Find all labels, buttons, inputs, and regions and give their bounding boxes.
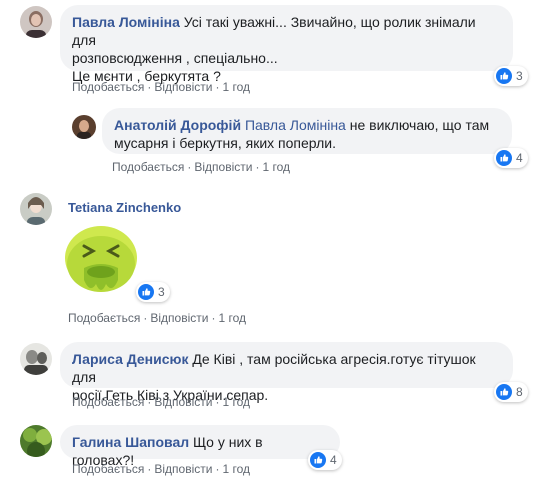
like-link[interactable]: Подобається [68,311,140,325]
timestamp[interactable]: 1 год [222,80,250,94]
reaction-count[interactable]: 4 [308,450,342,470]
comment-author[interactable]: Галина Шаповал [72,434,189,450]
like-link[interactable]: Подобається [72,462,144,476]
reply-link[interactable]: Відповісти [150,311,208,325]
comment-line: мусарня і беркутня, яких поперли. [114,135,336,151]
reply-link[interactable]: Відповісти [194,160,252,174]
reaction-count-value: 8 [516,385,523,399]
comment-text: Павла Ломініна Усі такі уважні... Звичай… [72,13,501,85]
timestamp[interactable]: 1 год [262,160,290,174]
reaction-count-value: 4 [516,151,523,165]
comment-line: розповсюдження , спеціально... [72,50,278,66]
like-link[interactable]: Подобається [72,395,144,409]
like-link[interactable]: Подобається [112,160,184,174]
reply-link[interactable]: Відповісти [154,462,212,476]
reply-bubble: Анатолій Дорофій Павла Ломініна не виклю… [102,108,512,154]
comment-actions: Подобається · Відповісти · 1 год [112,160,290,174]
avatar[interactable] [20,425,52,457]
comment-actions: Подобається · Відповісти · 1 год [68,311,246,325]
mention-link[interactable]: Павла Ломініна [245,117,346,133]
comment-author[interactable]: Павла Ломініна [72,14,180,30]
avatar[interactable] [72,115,96,139]
reaction-count[interactable]: 8 [494,382,528,402]
reaction-count-value: 3 [158,285,165,299]
comment-author[interactable]: Лариса Денисюк [72,351,189,367]
timestamp[interactable]: 1 год [222,395,250,409]
comment-actions: Подобається · Відповісти · 1 год [72,80,250,94]
like-reaction-icon [138,284,154,300]
reaction-count[interactable]: 4 [494,148,528,168]
timestamp[interactable]: 1 год [222,462,250,476]
reaction-count[interactable]: 3 [494,66,528,86]
avatar[interactable] [20,343,52,375]
reply-link[interactable]: Відповісти [154,80,212,94]
reply-text: Анатолій Дорофій Павла Ломініна не виклю… [114,116,500,152]
like-reaction-icon [496,384,512,400]
sick-green-face-sticker [62,224,140,298]
comment-bubble: Павла Ломініна Усі такі уважні... Звичай… [60,5,513,84]
avatar[interactable] [20,6,52,38]
comment-author[interactable]: Tetiana Zinchenko [68,200,181,215]
like-reaction-icon [496,68,512,84]
timestamp[interactable]: 1 год [218,311,246,325]
comment-author[interactable]: Анатолій Дорофій [114,117,241,133]
like-link[interactable]: Подобається [72,80,144,94]
comment-actions: Подобається · Відповісти · 1 год [72,462,250,476]
like-reaction-icon [496,150,512,166]
reaction-count-value: 4 [330,453,337,467]
reaction-count[interactable]: 3 [136,282,170,302]
comment-bubble: Лариса Денисюк Де Ківі , там російська а… [60,342,513,403]
reply-link[interactable]: Відповісти [154,395,212,409]
comment-bubble: Галина Шаповал Що у них в головах?! [60,425,340,468]
reaction-count-value: 3 [516,69,523,83]
like-reaction-icon [310,452,326,468]
comment-line: не виключаю, що там [349,117,490,133]
comment-actions: Подобається · Відповісти · 1 год [72,395,250,409]
avatar[interactable] [20,193,52,225]
